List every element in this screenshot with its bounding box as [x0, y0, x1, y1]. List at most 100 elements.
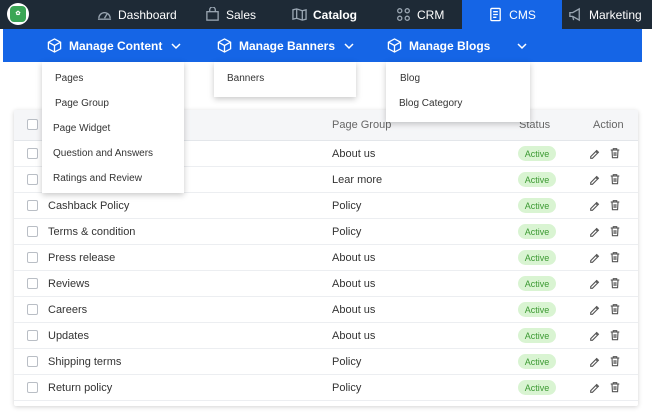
- delete-trash-icon[interactable]: [609, 199, 621, 211]
- row-checkbox[interactable]: [27, 200, 38, 211]
- megaphone-icon: [569, 7, 580, 22]
- row-checkbox[interactable]: [27, 330, 38, 341]
- edit-pencil-icon[interactable]: [589, 174, 601, 186]
- document-icon: [490, 7, 501, 22]
- cms-sub-navigation: Manage Content Manage Banners Manage Blo…: [3, 29, 642, 62]
- topnav-item-catalog[interactable]: Catalog: [292, 0, 357, 29]
- book-icon: [292, 8, 307, 21]
- table-row: Updates About us Active: [14, 323, 638, 349]
- status-badge: Active: [518, 172, 556, 187]
- status-badge: Active: [518, 354, 556, 369]
- page-name-cell: Shipping terms: [48, 356, 122, 368]
- manage-blogs-dropdown: Blog Blog Category: [386, 62, 530, 122]
- row-checkbox[interactable]: [27, 356, 38, 367]
- row-checkbox[interactable]: [27, 174, 38, 185]
- topnav-item-label: CMS: [509, 7, 536, 22]
- cube-icon: [217, 38, 232, 53]
- delete-trash-icon[interactable]: [609, 303, 621, 315]
- top-navigation-bar: ✿ Dashboard Sales Catalog CRM CMS Market…: [0, 0, 652, 29]
- dashboard-icon: [97, 12, 112, 20]
- column-header-action: Action: [593, 119, 624, 131]
- brand-logo[interactable]: ✿: [7, 3, 29, 25]
- table-row: Careers About us Active: [14, 297, 638, 323]
- subnav-manage-banners[interactable]: Manage Banners: [217, 29, 355, 62]
- cube-icon: [387, 38, 402, 53]
- page-group-cell: About us: [332, 330, 376, 342]
- topnav-item-label: Dashboard: [118, 7, 177, 22]
- dropdown-item-page-group[interactable]: Page Group: [55, 98, 109, 109]
- edit-pencil-icon[interactable]: [589, 278, 601, 290]
- topnav-item-label: Sales: [226, 7, 257, 22]
- topnav-item-label: CRM: [417, 7, 445, 22]
- edit-pencil-icon[interactable]: [589, 226, 601, 238]
- crm-grid-icon: [397, 8, 410, 21]
- edit-pencil-icon[interactable]: [589, 330, 601, 342]
- page-group-cell: Policy: [332, 226, 362, 238]
- status-badge: Active: [518, 198, 556, 213]
- column-header-page-group: Page Group: [332, 119, 392, 131]
- edit-pencil-icon[interactable]: [589, 356, 601, 368]
- topnav-item-crm[interactable]: CRM: [396, 0, 444, 29]
- dropdown-item-page-widget[interactable]: Page Widget: [53, 123, 110, 134]
- row-checkbox[interactable]: [27, 382, 38, 393]
- delete-trash-icon[interactable]: [609, 381, 621, 393]
- dropdown-item-banners[interactable]: Banners: [227, 73, 264, 84]
- status-badge: Active: [518, 328, 556, 343]
- topnav-item-sales[interactable]: Sales: [205, 0, 256, 29]
- dropdown-item-question-and-answers[interactable]: Question and Answers: [53, 148, 153, 159]
- row-checkbox[interactable]: [27, 304, 38, 315]
- page-name-cell: Cashback Policy: [48, 200, 130, 212]
- dropdown-item-blog-category[interactable]: Blog Category: [399, 98, 462, 109]
- status-badge: Active: [518, 250, 556, 265]
- page-group-cell: Policy: [332, 200, 362, 212]
- delete-trash-icon[interactable]: [609, 225, 621, 237]
- edit-pencil-icon[interactable]: [589, 148, 601, 160]
- subnav-manage-content[interactable]: Manage Content: [47, 29, 182, 62]
- delete-trash-icon[interactable]: [609, 277, 621, 289]
- chevron-down-icon: [517, 42, 527, 49]
- table-row: Reviews About us Active: [14, 271, 638, 297]
- page-name-cell: Terms & condition: [48, 226, 136, 238]
- edit-pencil-icon[interactable]: [589, 252, 601, 264]
- delete-trash-icon[interactable]: [609, 251, 621, 263]
- page-group-cell: Policy: [332, 382, 362, 394]
- status-badge: Active: [518, 302, 556, 317]
- delete-trash-icon[interactable]: [609, 173, 621, 185]
- table-row: Return policy Policy Active: [14, 375, 638, 401]
- topnav-item-dashboard[interactable]: Dashboard: [97, 0, 177, 29]
- page-name-cell: Updates: [48, 330, 89, 342]
- page-name-cell: Press release: [48, 252, 116, 264]
- delete-trash-icon[interactable]: [609, 329, 621, 341]
- shopping-bag-icon: [206, 7, 219, 21]
- chevron-down-icon: [171, 42, 181, 49]
- page-group-cell: About us: [332, 304, 376, 316]
- table-row: Cashback Policy Policy Active: [14, 193, 638, 219]
- page-group-cell: Lear more: [332, 174, 383, 186]
- status-badge: Active: [518, 224, 556, 239]
- subnav-manage-blogs[interactable]: Manage Blogs: [387, 29, 528, 62]
- row-checkbox[interactable]: [27, 226, 38, 237]
- page-group-cell: Policy: [332, 356, 362, 368]
- edit-pencil-icon[interactable]: [589, 304, 601, 316]
- page-group-cell: About us: [332, 252, 376, 264]
- select-all-checkbox[interactable]: [27, 119, 38, 130]
- brand-logo-mark: ✿: [10, 6, 26, 22]
- dropdown-item-ratings-and-review[interactable]: Ratings and Review: [53, 173, 142, 184]
- row-checkbox[interactable]: [27, 278, 38, 289]
- table-row: Shipping terms Policy Active: [14, 349, 638, 375]
- topnav-item-marketing[interactable]: Marketing: [568, 0, 642, 29]
- row-checkbox[interactable]: [27, 252, 38, 263]
- manage-banners-dropdown: Banners: [214, 62, 356, 97]
- dropdown-item-blog[interactable]: Blog: [400, 73, 420, 84]
- edit-pencil-icon[interactable]: [589, 382, 601, 394]
- delete-trash-icon[interactable]: [609, 355, 621, 367]
- chevron-down-icon: [344, 42, 354, 49]
- dropdown-item-pages[interactable]: Pages: [55, 73, 83, 84]
- page-group-cell: About us: [332, 148, 376, 160]
- edit-pencil-icon[interactable]: [589, 200, 601, 212]
- row-checkbox[interactable]: [27, 148, 38, 159]
- delete-trash-icon[interactable]: [609, 147, 621, 159]
- topnav-item-label: Catalog: [313, 7, 358, 22]
- topnav-item-cms[interactable]: CMS: [462, 0, 562, 29]
- status-badge: Active: [518, 380, 556, 395]
